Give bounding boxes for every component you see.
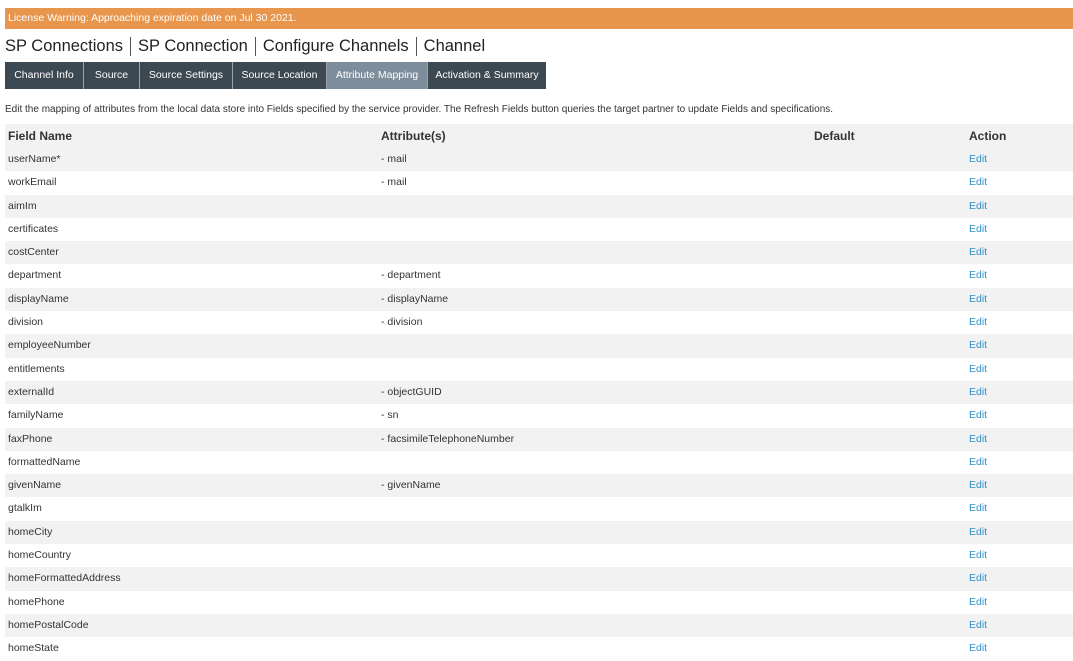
field-name-cell: certificates	[8, 222, 59, 235]
edit-link[interactable]: Edit	[969, 171, 987, 194]
attribute-cell: - facsimileTelephoneNumber	[381, 432, 515, 445]
edit-link[interactable]: Edit	[969, 381, 987, 404]
breadcrumb-separator	[254, 36, 256, 56]
table-row: homePhone Edit	[5, 591, 1073, 614]
table-body: userName* - mail Edit workEmail - mail Edit ai…	[5, 148, 1073, 661]
breadcrumb: SP Connections SP Connection Configure C…	[5, 35, 485, 57]
field-name-cell: familyName	[8, 409, 64, 422]
field-name-cell: homeCountry	[8, 549, 72, 562]
edit-link[interactable]: Edit	[969, 358, 987, 381]
table-row: aimIm Edit	[5, 194, 1073, 218]
breadcrumb-sp-connections[interactable]: SP Connections	[5, 37, 123, 56]
edit-link[interactable]: Edit	[969, 404, 987, 427]
edit-link[interactable]: Edit	[969, 614, 987, 637]
table-row: department - department Edit	[5, 264, 1073, 287]
table-row: certificates Edit	[5, 218, 1073, 241]
attribute-cell: - displayName	[381, 292, 449, 305]
table-row: formattedName Edit	[5, 451, 1073, 474]
table-row: gtalkIm Edit	[5, 497, 1073, 520]
field-name-cell: homeFormattedAddress	[8, 572, 121, 585]
table-row: externalId - objectGUID Edit	[5, 380, 1073, 405]
field-name-cell: homePostalCode	[8, 618, 89, 631]
field-name-cell: division	[8, 316, 44, 329]
table-header: Field Name Attribute(s) Default Action	[5, 124, 1073, 148]
edit-link[interactable]: Edit	[969, 497, 987, 520]
attribute-cell: - mail	[381, 153, 407, 165]
table-row: employeeNumber Edit	[5, 334, 1073, 358]
edit-link[interactable]: Edit	[969, 334, 987, 357]
field-name-cell: costCenter	[8, 246, 59, 259]
edit-link[interactable]: Edit	[969, 148, 987, 171]
edit-link[interactable]: Edit	[969, 591, 987, 614]
attribute-cell: - department	[381, 269, 441, 282]
breadcrumb-configure-channels[interactable]: Configure Channels	[263, 37, 409, 56]
table-row: homePostalCode Edit	[5, 613, 1073, 638]
table-row: homeCountry Edit	[5, 544, 1073, 567]
edit-link[interactable]: Edit	[969, 218, 987, 241]
field-name-cell: userName*	[8, 153, 61, 165]
field-name-cell: department	[8, 269, 62, 282]
wizard-tabs: Channel Info Source Source Settings Sour…	[5, 62, 546, 89]
attribute-cell: - sn	[381, 409, 399, 422]
attribute-cell: - givenName	[381, 479, 441, 492]
edit-link[interactable]: Edit	[969, 521, 987, 544]
table-row: division - division Edit	[5, 311, 1073, 334]
field-name-cell: homeCity	[8, 525, 53, 538]
table-row: userName* - mail Edit	[5, 148, 1073, 172]
field-name-cell: gtalkIm	[8, 502, 42, 515]
edit-link[interactable]: Edit	[969, 637, 987, 660]
field-name-cell: entitlements	[8, 362, 65, 375]
field-name-cell: homePhone	[8, 595, 65, 608]
field-name-cell: aimIm	[8, 199, 37, 212]
table-row: costCenter Edit	[5, 241, 1073, 265]
field-name-cell: externalId	[8, 385, 55, 398]
table-row: homeState Edit	[5, 637, 1073, 660]
license-warning-banner: License Warning: Approaching expiration …	[5, 8, 1073, 29]
table-row: givenName - givenName Edit	[5, 474, 1073, 498]
header-field-name: Field Name	[8, 129, 73, 143]
attribute-cell: - division	[381, 316, 423, 329]
table-row: entitlements Edit	[5, 358, 1073, 381]
edit-link[interactable]: Edit	[969, 474, 987, 497]
edit-link[interactable]: Edit	[969, 428, 987, 451]
field-name-cell: givenName	[8, 479, 62, 492]
edit-link[interactable]: Edit	[969, 264, 987, 287]
page-description: Edit the mapping of attributes from the …	[5, 104, 834, 115]
table-row: displayName - displayName Edit	[5, 287, 1073, 312]
field-name-cell: workEmail	[8, 176, 57, 189]
tab-source[interactable]: Source	[84, 62, 140, 89]
table-row: workEmail - mail Edit	[5, 171, 1073, 194]
header-default: Default	[814, 129, 855, 143]
attribute-cell: - mail	[381, 176, 407, 189]
table-row: homeCity Edit	[5, 520, 1073, 545]
table-row: homeFormattedAddress Edit	[5, 567, 1073, 591]
tab-activation-summary[interactable]: Activation & Summary	[428, 62, 546, 89]
tab-source-location[interactable]: Source Location	[233, 62, 327, 89]
edit-link[interactable]: Edit	[969, 311, 987, 334]
field-name-cell: formattedName	[8, 455, 81, 468]
attribute-cell: - objectGUID	[381, 385, 442, 398]
tab-channel-info[interactable]: Channel Info	[5, 62, 84, 89]
table-row: faxPhone - facsimileTelephoneNumber Edit	[5, 427, 1073, 451]
header-attributes: Attribute(s)	[381, 129, 446, 143]
attribute-mapping-table: Field Name Attribute(s) Default Action u…	[5, 124, 1073, 661]
edit-link[interactable]: Edit	[969, 195, 987, 218]
header-action: Action	[969, 129, 1007, 143]
table-row: familyName - sn Edit	[5, 404, 1073, 427]
tab-source-settings[interactable]: Source Settings	[140, 62, 233, 89]
breadcrumb-channel: Channel	[423, 36, 486, 55]
field-name-cell: displayName	[8, 292, 69, 305]
field-name-cell: employeeNumber	[8, 339, 91, 352]
edit-link[interactable]: Edit	[969, 451, 987, 474]
edit-link[interactable]: Edit	[969, 544, 987, 567]
tab-attribute-mapping[interactable]: Attribute Mapping	[327, 62, 428, 89]
edit-link[interactable]: Edit	[969, 567, 987, 590]
breadcrumb-separator	[415, 36, 417, 56]
field-name-cell: faxPhone	[8, 432, 53, 445]
field-name-cell: homeState	[8, 642, 59, 655]
breadcrumb-sp-connection[interactable]: SP Connection	[138, 37, 248, 56]
edit-link[interactable]: Edit	[969, 241, 987, 264]
edit-link[interactable]: Edit	[969, 288, 987, 311]
breadcrumb-separator	[130, 36, 132, 56]
